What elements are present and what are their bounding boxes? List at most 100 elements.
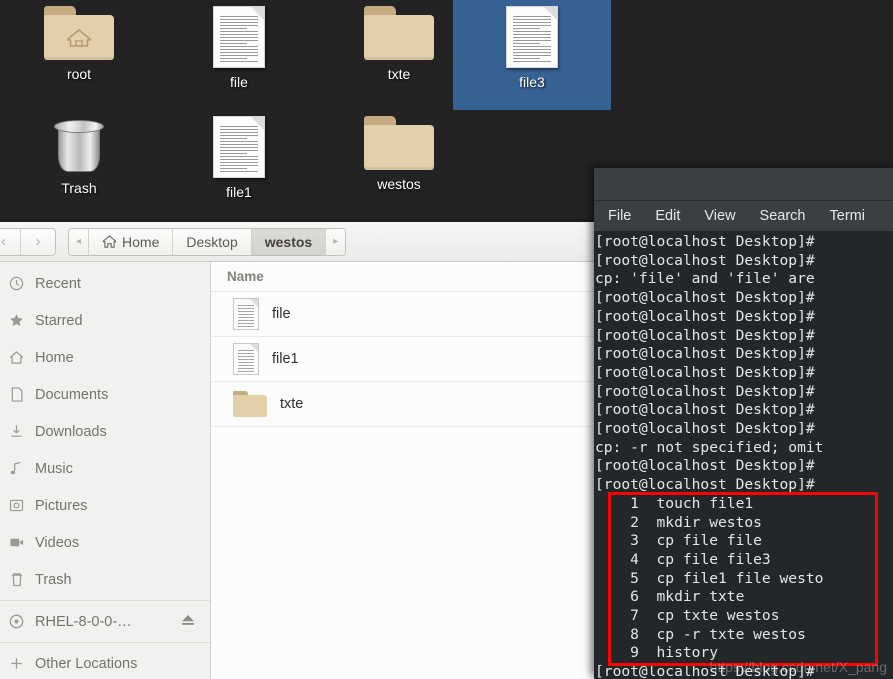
terminal-menu-search[interactable]: Search — [760, 208, 806, 224]
desktop-icon-label: file3 — [519, 74, 545, 90]
desktop-icon-label: root — [66, 66, 92, 82]
navigation-buttons[interactable]: ‹ › — [0, 227, 56, 256]
sidebar-item-label: Pictures — [35, 497, 88, 514]
sidebar-item-trash[interactable]: Trash — [0, 561, 210, 598]
sidebar-item-label: Home — [35, 349, 74, 366]
terminal-menu-view[interactable]: View — [704, 208, 735, 224]
folder-home-icon — [44, 6, 114, 60]
forward-button[interactable]: › — [21, 228, 55, 255]
file-rows: file file1 txte — [211, 292, 610, 427]
file-name: txte — [280, 396, 304, 412]
terminal-window[interactable]: File Edit View Search Termi [root@localhost … — [594, 168, 893, 679]
terminal-line: 6 mkdir txte — [595, 588, 745, 606]
trash-icon — [52, 116, 106, 174]
terminal-menubar[interactable]: File Edit View Search Termi — [594, 201, 893, 231]
terminal-line: 7 cp txte westos — [595, 607, 780, 625]
sidebar-item-label: Videos — [35, 534, 80, 551]
terminal-line: [root@localhost Desktop]# — [595, 476, 815, 494]
terminal-line: [root@localhost Desktop]# — [595, 363, 815, 381]
sidebar-item-label: Other Locations — [35, 655, 138, 672]
file-manager-window[interactable]: ‹ › ◂ Home Desktop westos ▸ Recent Starr… — [0, 222, 610, 679]
sidebar-item-videos[interactable]: Videos — [0, 524, 210, 561]
file-name: file — [272, 306, 291, 322]
sidebar-item-label: Starred — [35, 312, 83, 329]
document-icon — [8, 386, 25, 403]
breadcrumb-item-desktop[interactable]: Desktop — [173, 228, 252, 255]
sidebar-item-label: Recent — [35, 275, 81, 292]
desktop-icon-label: westos — [377, 176, 421, 192]
terminal-menu-file[interactable]: File — [608, 208, 631, 224]
breadcrumb-item-home[interactable]: Home — [89, 228, 174, 255]
terminal-menu-termi[interactable]: Termi — [830, 208, 865, 224]
breadcrumb-label: Home — [122, 233, 160, 250]
trash-icon — [8, 571, 25, 588]
sidebar-device-rhel[interactable]: RHEL-8-0-0-… — [0, 603, 210, 640]
sidebar-item-downloads[interactable]: Downloads — [0, 413, 210, 450]
desktop-icon-root[interactable]: root — [0, 0, 158, 110]
desktop-icon-label: file1 — [226, 184, 252, 200]
desktop-icon-label: Trash — [61, 180, 97, 196]
picture-icon — [8, 497, 25, 514]
document-icon — [233, 298, 259, 330]
breadcrumb-item-westos[interactable]: westos — [251, 228, 327, 255]
plus-icon — [8, 655, 25, 672]
folder-icon — [233, 391, 267, 417]
terminal-output: [root@localhost Desktop]# [root@localhost… — [594, 233, 893, 679]
disc-icon — [8, 613, 25, 630]
table-row[interactable]: txte — [211, 382, 610, 427]
file-list[interactable]: Name file file1 txte — [211, 262, 610, 679]
terminal-line: 8 cp -r txte westos — [595, 625, 806, 643]
file-manager-header: ‹ › ◂ Home Desktop westos ▸ — [0, 222, 610, 262]
desktop-icon-file1[interactable]: file1 — [160, 110, 318, 220]
desktop-icon-Trash[interactable]: Trash — [0, 110, 158, 220]
watermark-text: https://blog.csdn.net/X_pang — [709, 659, 887, 675]
breadcrumb-label: westos — [264, 233, 313, 250]
terminal-line: cp: 'file' and 'file' are — [595, 270, 815, 288]
terminal-titlebar[interactable] — [594, 168, 893, 201]
column-header-name[interactable]: Name — [211, 262, 610, 292]
sidebar-item-label: Documents — [35, 386, 109, 403]
home-icon — [102, 235, 117, 248]
terminal-line: 3 cp file file — [595, 532, 762, 550]
desktop-icon-file3[interactable]: file3 — [453, 0, 611, 110]
table-row[interactable]: file1 — [211, 337, 610, 382]
eject-icon[interactable] — [180, 613, 196, 631]
video-icon — [8, 534, 25, 551]
table-row[interactable]: file — [211, 292, 610, 337]
sidebar-device-label: RHEL-8-0-0-… — [35, 613, 132, 630]
terminal-line: [root@localhost Desktop]# — [595, 251, 815, 269]
sidebar[interactable]: Recent Starred Home Documents Downloads Music… — [0, 262, 211, 679]
file-manager-body: Recent Starred Home Documents Downloads Music… — [0, 262, 610, 679]
terminal-line: [root@localhost Desktop]# — [595, 326, 815, 344]
document-icon — [213, 6, 265, 68]
breadcrumb-scroll-left[interactable]: ◂ — [69, 228, 90, 255]
breadcrumb[interactable]: ◂ Home Desktop westos ▸ — [68, 227, 347, 256]
terminal-screen[interactable]: [root@localhost Desktop]# [root@localhost… — [594, 231, 893, 679]
sidebar-item-pictures[interactable]: Pictures — [0, 487, 210, 524]
back-button[interactable]: ‹ — [0, 228, 21, 255]
terminal-menu-edit[interactable]: Edit — [655, 208, 680, 224]
sidebar-divider — [0, 600, 210, 601]
folder-icon — [364, 6, 434, 60]
breadcrumb-scroll-right[interactable]: ▸ — [326, 228, 346, 255]
folder-icon — [364, 116, 434, 170]
sidebar-item-home[interactable]: Home — [0, 339, 210, 376]
sidebar-item-documents[interactable]: Documents — [0, 376, 210, 413]
terminal-line: [root@localhost Desktop]# — [595, 420, 815, 438]
terminal-line: [root@localhost Desktop]# — [595, 401, 815, 419]
sidebar-item-starred[interactable]: Starred — [0, 302, 210, 339]
sidebar-item-label: Music — [35, 460, 73, 477]
terminal-line: 5 cp file1 file westo — [595, 569, 824, 587]
chevron-right-icon: › — [35, 233, 41, 250]
sidebar-divider — [0, 642, 210, 643]
sidebar-item-other-locations[interactable]: Other Locations — [0, 645, 210, 679]
desktop-icon-label: txte — [387, 66, 411, 82]
terminal-line: [root@localhost Desktop]# — [595, 307, 815, 325]
desktop-icon-westos[interactable]: westos — [320, 110, 478, 220]
terminal-line: [root@localhost Desktop]# — [595, 289, 815, 307]
sidebar-item-music[interactable]: Music — [0, 450, 210, 487]
terminal-line: 1 touch file1 — [595, 494, 754, 512]
download-icon — [8, 423, 25, 440]
sidebar-item-recent[interactable]: Recent — [0, 265, 210, 302]
desktop-icon-file[interactable]: file — [160, 0, 318, 110]
